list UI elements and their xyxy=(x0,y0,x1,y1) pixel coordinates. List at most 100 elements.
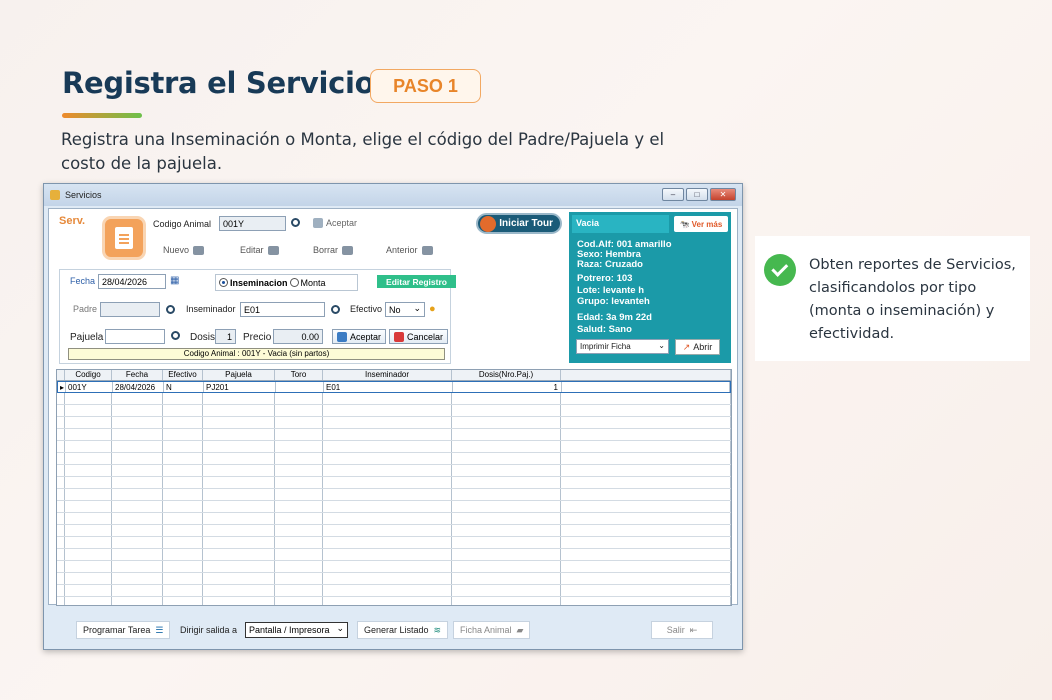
check-icon xyxy=(337,331,347,342)
empty-cell xyxy=(275,465,323,476)
padre-input[interactable] xyxy=(100,302,160,317)
inseminacion-radio[interactable] xyxy=(219,278,228,287)
inseminador-input[interactable]: E01 xyxy=(240,302,325,317)
empty-cell xyxy=(275,585,323,596)
cell-inseminador[interactable]: E01 xyxy=(324,382,453,392)
empty-cell xyxy=(323,441,452,452)
codigo-input[interactable]: 001Y xyxy=(219,216,286,231)
col-fecha[interactable]: Fecha xyxy=(112,370,163,380)
empty-cell xyxy=(561,405,731,416)
efectivo-select[interactable]: No ⌄ xyxy=(385,302,425,317)
list-icon: ☰ xyxy=(155,624,164,635)
empty-cell xyxy=(275,561,323,572)
cell-dosis[interactable]: 1 xyxy=(453,382,562,392)
precio-input[interactable]: 0.00 xyxy=(273,329,323,344)
minimize-button[interactable]: – xyxy=(662,188,684,201)
efectivo-value: No xyxy=(389,305,401,315)
col-codigo[interactable]: Codigo xyxy=(65,370,112,380)
col-toro[interactable]: Toro xyxy=(275,370,323,380)
programar-tarea-button[interactable]: Programar Tarea ☰ xyxy=(76,621,171,639)
ficha-animal-button[interactable]: Ficha Animal ▰ xyxy=(453,621,531,639)
pajuela-search-icon[interactable] xyxy=(171,331,180,340)
monta-radio[interactable] xyxy=(289,278,299,287)
fecha-input[interactable]: 28/04/2026 xyxy=(98,274,166,289)
col-efectivo[interactable]: Efectivo xyxy=(163,370,203,380)
maximize-button[interactable]: □ xyxy=(686,188,708,201)
empty-cell xyxy=(65,453,112,464)
empty-cell xyxy=(112,477,163,488)
ficha-icon: ▰ xyxy=(516,624,524,635)
editar-button[interactable]: Editar xyxy=(240,245,279,255)
eraser-icon xyxy=(342,245,354,255)
document-icon xyxy=(102,216,146,260)
imprimir-ficha-select[interactable]: Imprimir Ficha ⌄ xyxy=(576,339,669,354)
service-form: Fecha 28/04/2026 ▦ Inseminacion Monta Ed… xyxy=(59,269,456,364)
empty-cell xyxy=(57,417,65,428)
tour-icon xyxy=(480,216,496,232)
cell-codigo[interactable]: 001Y xyxy=(66,382,113,392)
col-dosis[interactable]: Dosis(Nro.Paj.) xyxy=(452,370,561,380)
borrar-button[interactable]: Borrar xyxy=(313,245,354,255)
cell-fecha[interactable]: 28/04/2026 xyxy=(113,382,164,392)
abrir-button[interactable]: ↗ Abrir xyxy=(675,339,720,355)
cell-pajuela[interactable]: PJ201 xyxy=(204,382,276,392)
ver-mas-button[interactable]: 🐄 Ver más xyxy=(674,216,728,232)
iniciar-tour-button[interactable]: Iniciar Tour xyxy=(476,213,562,234)
precio-label: Precio xyxy=(243,332,272,343)
editar-registro-button[interactable]: Editar Registro xyxy=(377,275,456,288)
empty-cell xyxy=(561,501,731,512)
empty-cell xyxy=(561,393,731,404)
empty-cell xyxy=(57,477,65,488)
table-row[interactable]: ▸ 001Y 28/04/2026 N PJ201 E01 1 xyxy=(57,381,731,393)
padre-search-icon[interactable] xyxy=(166,305,175,314)
empty-cell xyxy=(203,513,275,524)
aceptar-button[interactable]: Aceptar xyxy=(332,329,387,344)
empty-cell xyxy=(112,573,163,584)
cell-efectivo[interactable]: N xyxy=(164,382,204,392)
empty-table-row xyxy=(57,393,731,405)
empty-cell xyxy=(57,549,65,560)
empty-cell xyxy=(57,597,65,605)
empty-cell xyxy=(452,549,561,560)
empty-cell xyxy=(275,537,323,548)
calendar-icon[interactable]: ▦ xyxy=(170,275,179,286)
aceptar-top-button[interactable]: Aceptar xyxy=(313,218,357,228)
empty-cell xyxy=(452,417,561,428)
ficha-select-value: Imprimir Ficha xyxy=(580,342,631,351)
generar-listado-button[interactable]: Generar Listado ≋ xyxy=(357,621,449,639)
empty-cell xyxy=(323,393,452,404)
empty-cell xyxy=(323,489,452,500)
salida-select[interactable]: Pantalla / Impresora ⌄ xyxy=(245,622,348,638)
salir-button[interactable]: Salir ⇤ xyxy=(651,621,713,639)
search-icon[interactable] xyxy=(291,218,300,227)
nuevo-button[interactable]: Nuevo xyxy=(163,245,205,255)
empty-table-row xyxy=(57,513,731,525)
empty-cell xyxy=(323,513,452,524)
page-title: Registra el Servicio xyxy=(62,66,375,100)
pajuela-label: Pajuela xyxy=(70,332,104,343)
col-pajuela[interactable]: Pajuela xyxy=(203,370,275,380)
servicios-window: Servicios – □ ✕ Serv. Codigo Animal 001Y… xyxy=(43,183,743,650)
inseminador-search-icon[interactable] xyxy=(331,305,340,314)
monta-label: Monta xyxy=(300,277,326,288)
empty-cell xyxy=(112,393,163,404)
empty-cell xyxy=(323,597,452,605)
empty-cell xyxy=(203,549,275,560)
empty-cell xyxy=(275,549,323,560)
empty-cell xyxy=(275,429,323,440)
empty-cell xyxy=(65,393,112,404)
anterior-button[interactable]: Anterior xyxy=(386,245,433,255)
back-arrow-icon xyxy=(421,245,433,255)
empty-cell xyxy=(65,417,112,428)
lightbulb-icon: ● xyxy=(429,303,436,315)
cell-toro[interactable] xyxy=(276,382,324,392)
close-button[interactable]: ✕ xyxy=(710,188,736,201)
cancelar-button[interactable]: Cancelar xyxy=(389,329,449,344)
pajuela-input[interactable] xyxy=(105,329,165,344)
col-inseminador[interactable]: Inseminador xyxy=(323,370,452,380)
dosis-input[interactable]: 1 xyxy=(215,329,236,344)
empty-cell xyxy=(561,417,731,428)
empty-cell xyxy=(163,537,203,548)
empty-cell xyxy=(452,597,561,605)
empty-cell xyxy=(452,561,561,572)
